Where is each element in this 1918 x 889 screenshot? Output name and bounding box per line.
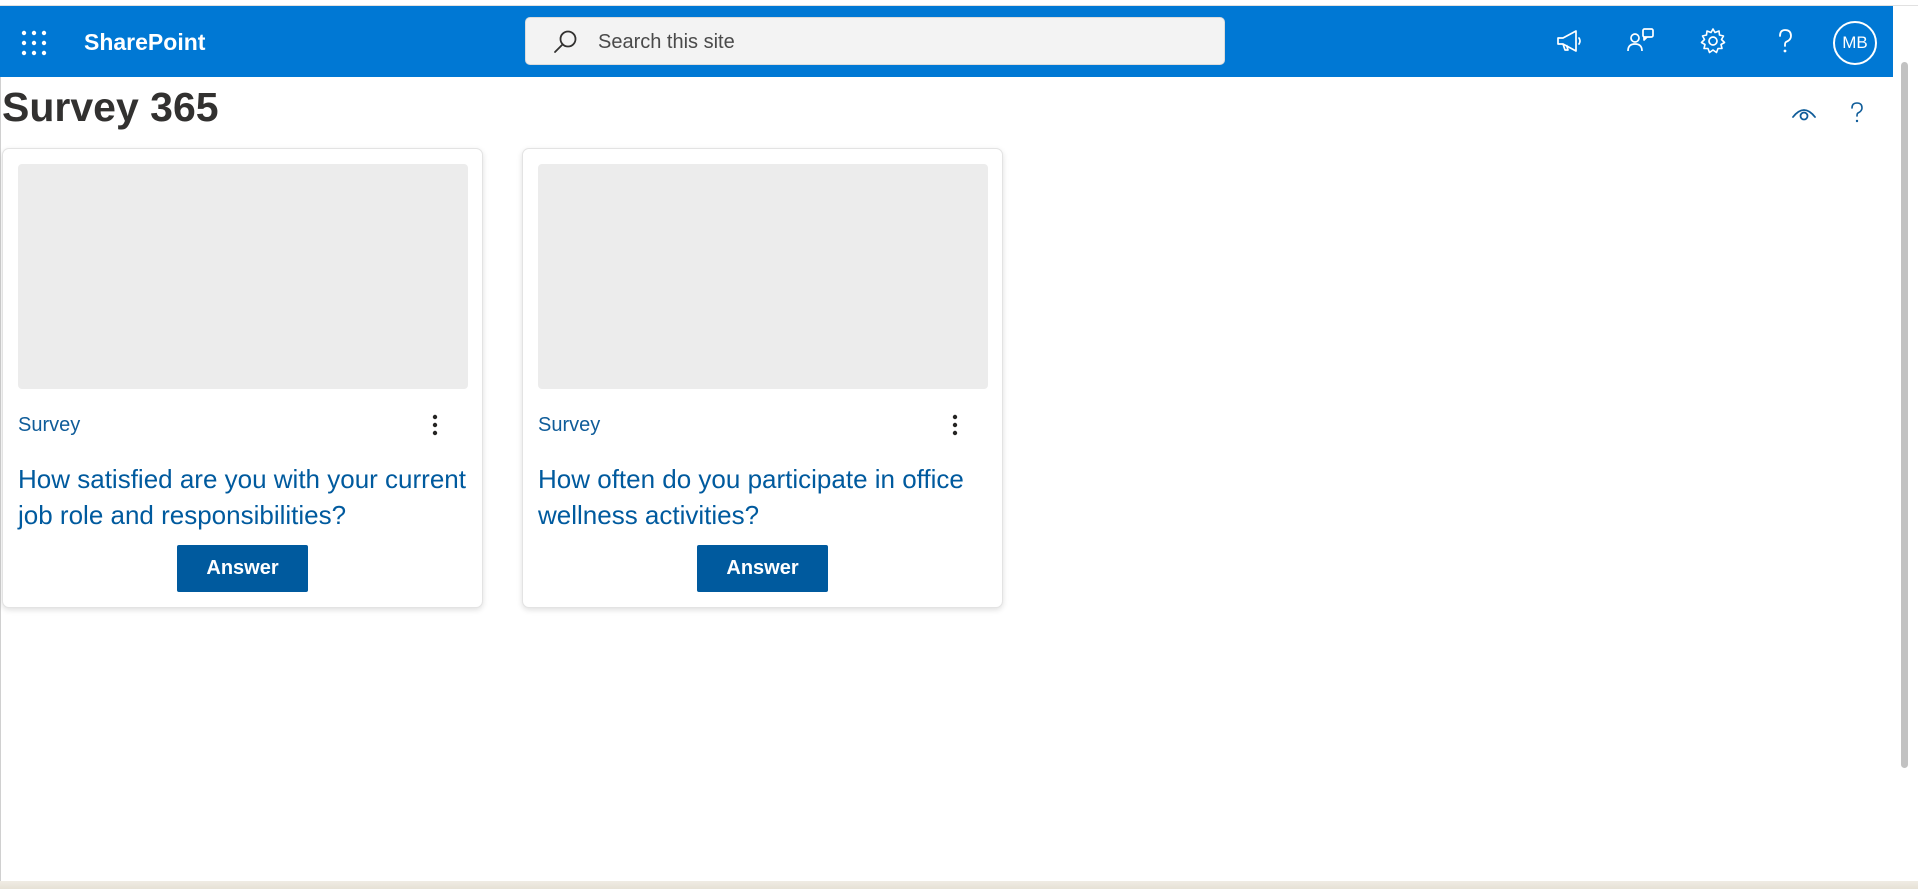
page-title: Survey 365 [2,84,219,130]
help-icon[interactable] [1765,21,1805,61]
card-thumbnail [538,164,988,389]
survey-question[interactable]: How often do you participate in office w… [538,461,993,533]
share-people-icon[interactable] [1621,21,1661,61]
scrollbar-thumb[interactable] [1901,62,1908,768]
search-input[interactable] [596,18,1200,66]
search-icon [552,29,578,55]
survey-card: Survey How often do you participate in o… [522,148,1003,608]
search-box[interactable] [525,17,1225,66]
survey-card: Survey How satisfied are you with your c… [2,148,483,608]
survey-question[interactable]: How satisfied are you with your current … [18,461,473,533]
avatar[interactable]: MB [1833,21,1877,65]
suite-bar: SharePoint Search this site MB [0,6,1893,77]
card-category[interactable]: Survey [18,414,80,437]
help-icon[interactable] [1842,98,1872,128]
gear-icon[interactable] [1693,21,1733,61]
card-thumbnail [18,164,468,389]
waffle-icon[interactable] [21,30,47,56]
window-bottom-edge [0,881,1918,889]
megaphone-icon[interactable] [1549,21,1589,61]
answer-button[interactable]: Answer [697,545,828,592]
more-options-icon[interactable] [943,409,967,441]
eye-icon[interactable] [1789,98,1819,128]
answer-button[interactable]: Answer [177,545,308,592]
more-options-icon[interactable] [423,409,447,441]
left-border [0,77,1,881]
browser-frame: SharePoint Search this site MB Survey 36… [0,0,1918,889]
brand-name[interactable]: SharePoint [84,28,205,56]
card-category[interactable]: Survey [538,414,600,437]
